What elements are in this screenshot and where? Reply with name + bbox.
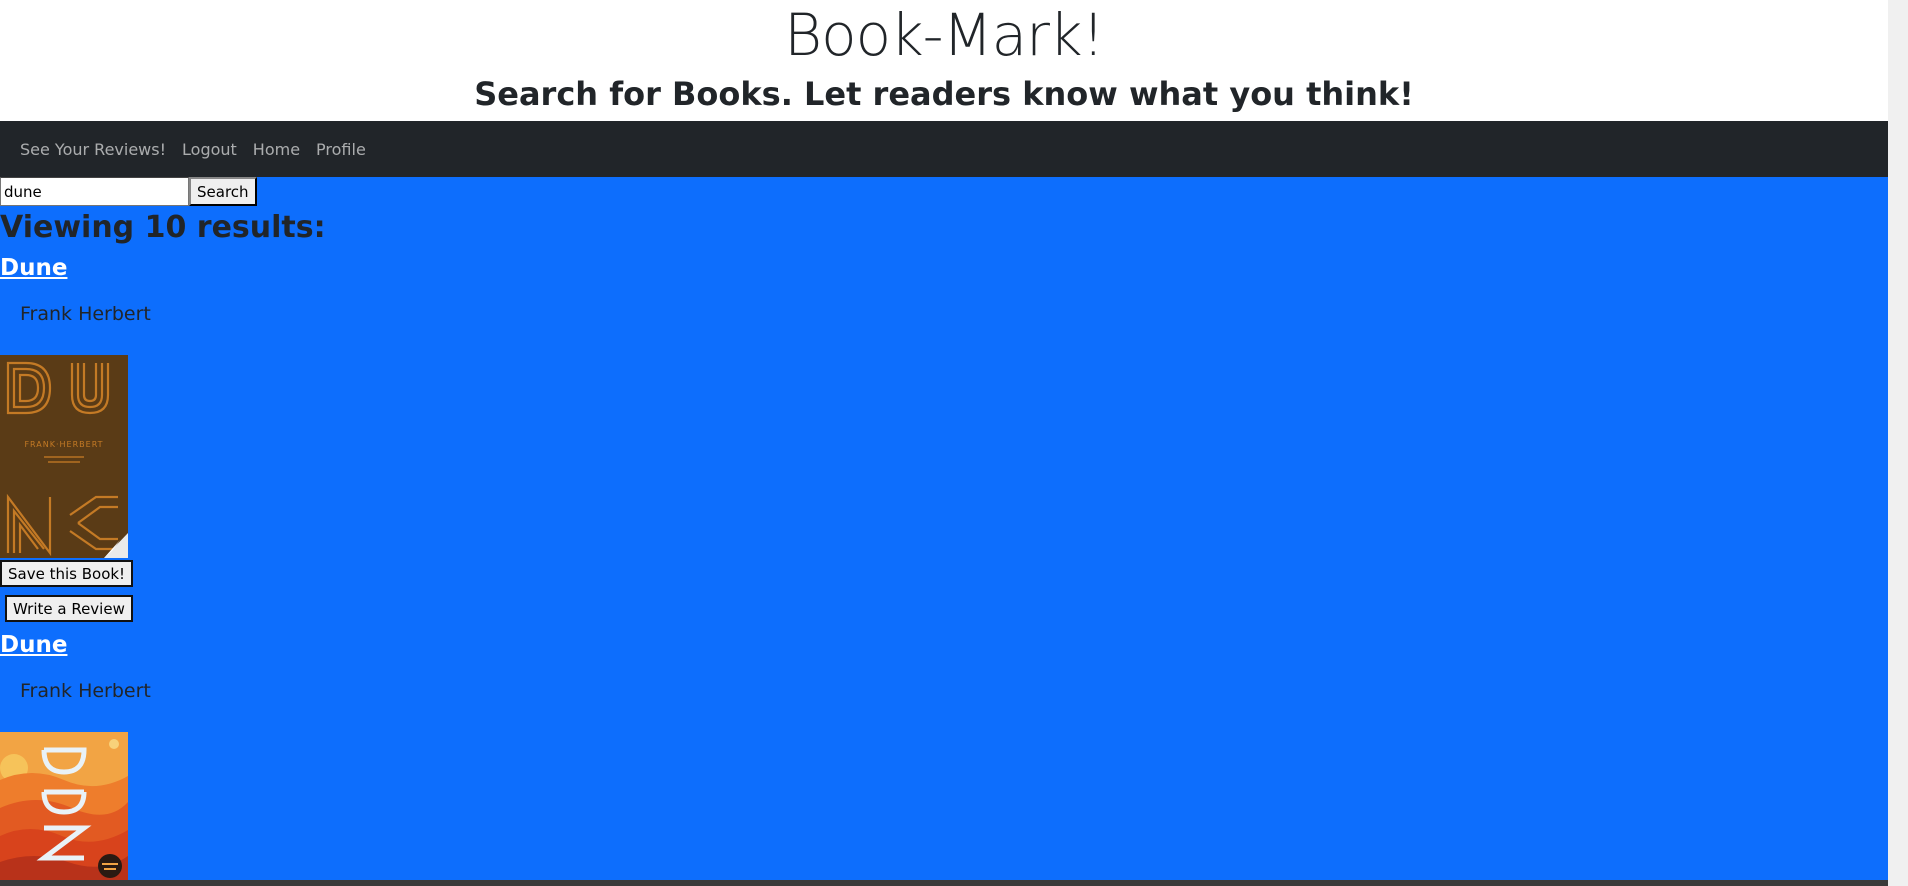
site-title: Book-Mark! <box>784 1 1105 69</box>
nav-link-logout[interactable]: Logout <box>174 140 245 159</box>
nav-link-profile[interactable]: Profile <box>308 140 374 159</box>
book-cover-image: FRANK·HERBERT <box>0 355 128 558</box>
search-input[interactable] <box>0 177 189 206</box>
book-cover-image <box>0 732 128 880</box>
book-title-link[interactable]: Dune <box>0 630 67 660</box>
dune-cover-art-2 <box>0 732 128 880</box>
results-area: Search Viewing 10 results: Dune Frank He… <box>0 177 1888 880</box>
navbar: See Your Reviews! Logout Home Profile <box>0 121 1888 177</box>
book-author: Frank Herbert <box>20 680 151 702</box>
save-book-button[interactable]: Save this Book! <box>0 560 134 587</box>
write-review-button[interactable]: Write a Review <box>5 595 133 622</box>
dune-cover-art-1: FRANK·HERBERT <box>0 355 128 558</box>
site-subtitle: Search for Books. Let readers know what … <box>474 75 1414 113</box>
search-form: Search <box>0 177 257 206</box>
page-scrollbar[interactable] <box>1888 0 1908 886</box>
bottom-edge <box>0 880 1888 886</box>
svg-text:FRANK·HERBERT: FRANK·HERBERT <box>24 440 103 449</box>
search-button[interactable]: Search <box>189 177 257 206</box>
book-author: Frank Herbert <box>20 303 151 325</box>
book-title-link[interactable]: Dune <box>0 253 67 283</box>
nav-link-home[interactable]: Home <box>245 140 308 159</box>
nav-link-see-reviews[interactable]: See Your Reviews! <box>12 140 174 159</box>
results-heading: Viewing 10 results: <box>0 210 326 245</box>
site-header: Book-Mark! Search for Books. Let readers… <box>0 0 1908 121</box>
